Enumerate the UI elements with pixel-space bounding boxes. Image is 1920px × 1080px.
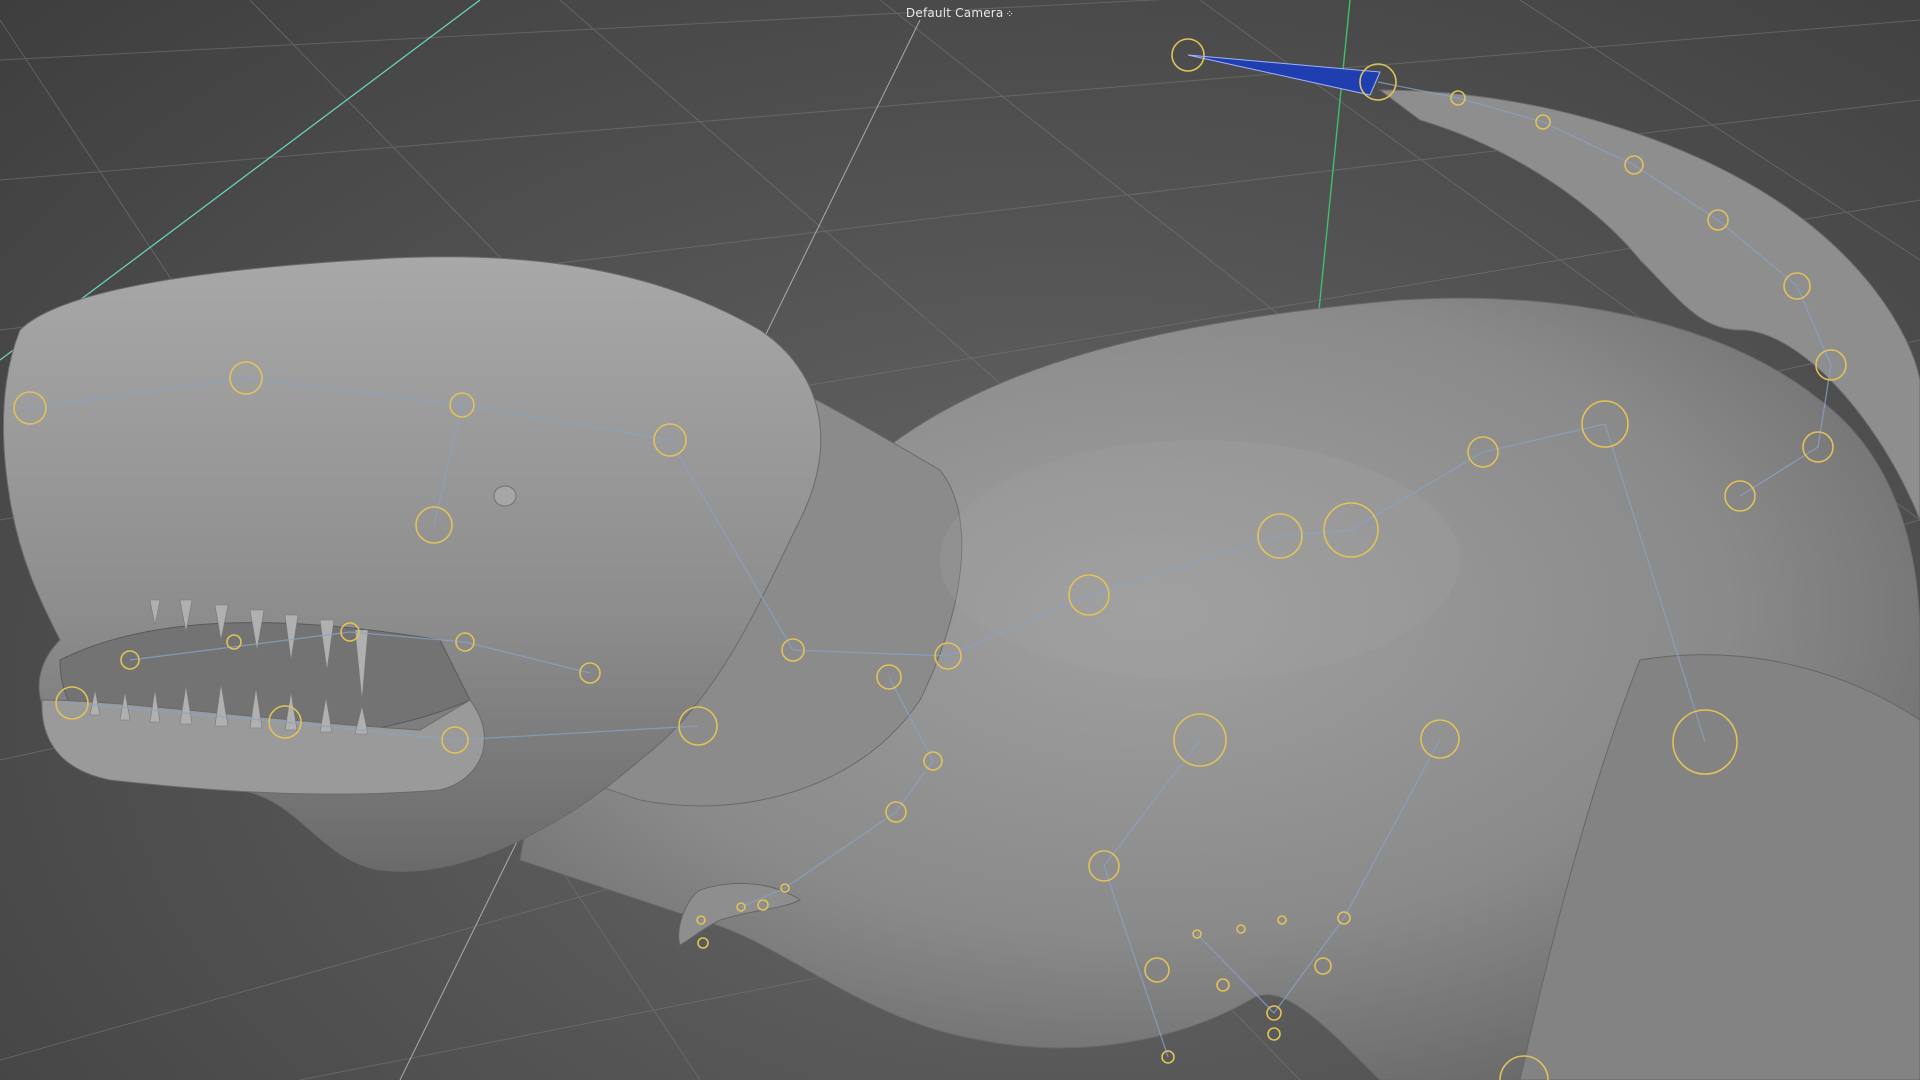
torso-highlight [940,440,1460,680]
3d-viewport[interactable]: Default Camera ⁘ [0,0,1920,1080]
camera-name: Default Camera [905,6,1004,20]
eye-mesh [493,485,517,507]
t-rex-mesh[interactable] [2,89,1920,1080]
joint-lower-02[interactable] [1267,1027,1281,1041]
camera-label[interactable]: Default Camera ⁘ [0,6,1920,20]
joint-hand-04[interactable] [697,937,709,949]
scene-canvas[interactable] [0,0,1920,1080]
camera-settings-icon[interactable]: ⁘ [1005,9,1014,20]
